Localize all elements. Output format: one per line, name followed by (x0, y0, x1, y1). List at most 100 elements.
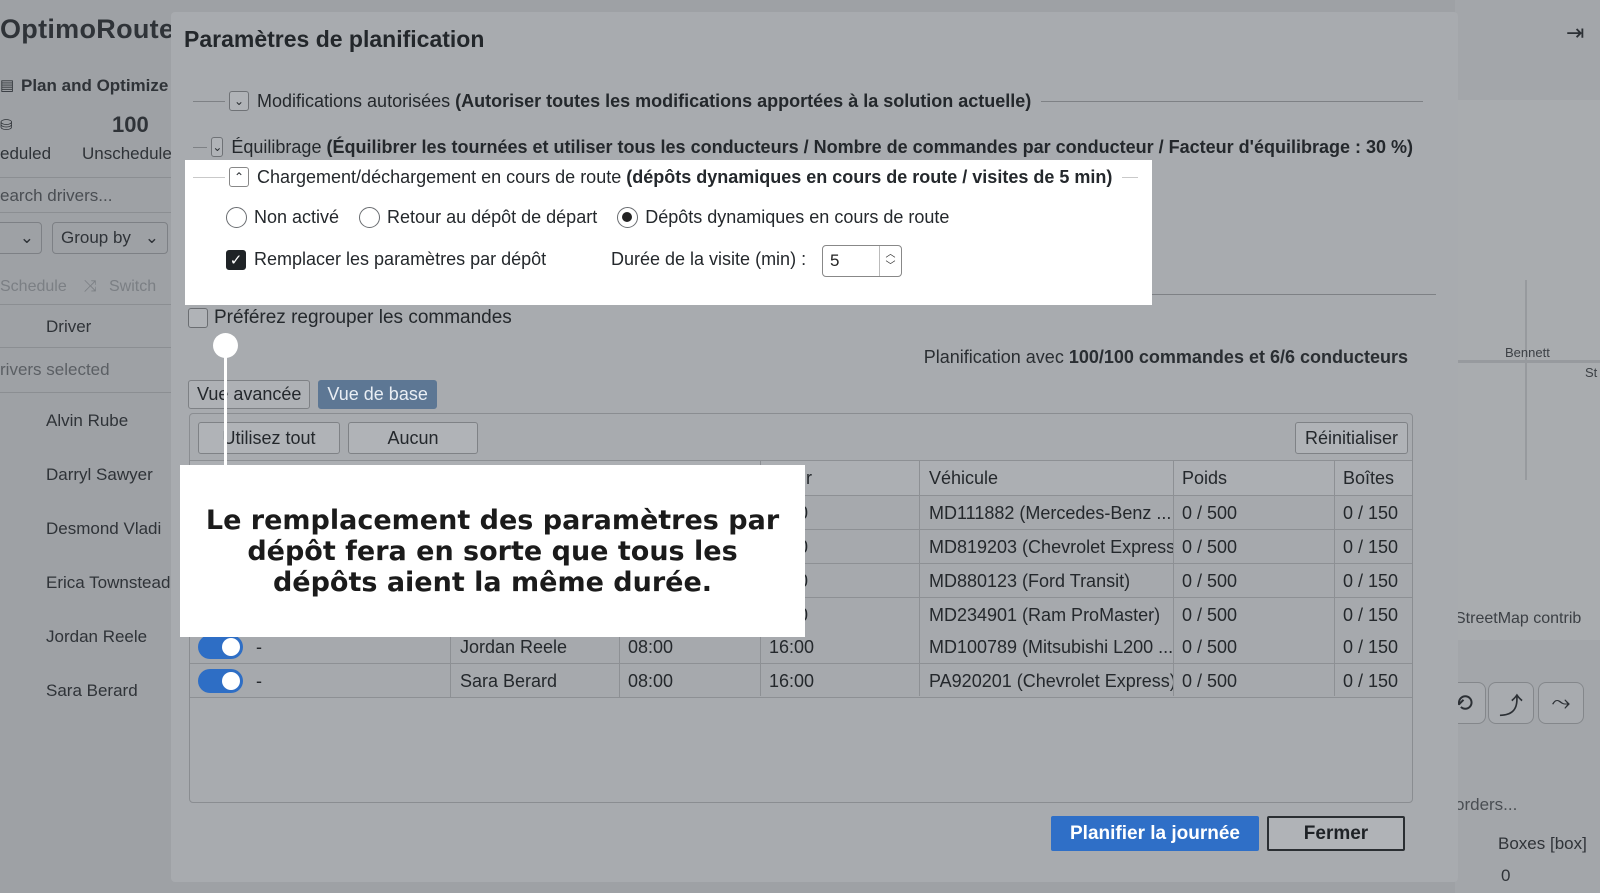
divider (1041, 100, 1423, 102)
divider (193, 176, 225, 178)
driver-list-item[interactable]: Sara Berard (46, 681, 138, 701)
radio-button[interactable] (359, 207, 381, 228)
group-orders-label: Préférez regrouper les commandes (214, 307, 512, 328)
filter-dropdown[interactable]: ⌄ (0, 222, 42, 254)
boxes-column-header: Boîtes (1343, 468, 1395, 488)
visit-duration-label: Durée de la visite (min) : (611, 249, 807, 269)
schedule-button[interactable]: Schedule (0, 278, 67, 296)
section-reload[interactable]: ⌃ Chargement/déchargement en cours de ro… (193, 162, 1138, 192)
route-split-icon[interactable]: ⤳ (1538, 682, 1584, 724)
scheduled-label: eduled (0, 144, 52, 163)
group-orders-checkbox[interactable] (188, 308, 208, 328)
tab-basic-view[interactable]: Vue de base (318, 380, 437, 409)
radio-button[interactable] (226, 207, 247, 228)
section-title: Plan and Optimize (21, 76, 169, 95)
tab-advanced-view[interactable]: Vue avancée (188, 380, 311, 409)
dash-cell: - (256, 637, 262, 657)
start-time-cell: 08:00 (628, 671, 674, 691)
boxes-label: Boxes [box] (1498, 834, 1587, 853)
divider (1122, 176, 1138, 178)
vehicle-cell: MD880123 (Ford Transit) (929, 571, 1131, 591)
column-divider (1334, 460, 1335, 696)
route-pin-icon[interactable]: ⤴ (1488, 682, 1534, 724)
boxes-cell: 0 / 150 (1343, 537, 1399, 557)
override-per-depot-row[interactable]: ✓ Remplacer les paramètres par dépôt (226, 249, 546, 270)
end-time-cell: 16:00 (769, 637, 815, 657)
group-orders-checkbox-row[interactable]: Préférez regrouper les commandes (188, 307, 512, 329)
radio-button-selected[interactable] (617, 207, 639, 228)
radio-dynamic-depots[interactable]: Dépôts dynamiques en cours de route (617, 207, 949, 228)
boxes-cell: 0 / 150 (1343, 671, 1399, 691)
selected-count-text: rivers selected (0, 360, 110, 379)
map[interactable]: Bennett St StreetMap contrib (1455, 100, 1600, 640)
db-icon: ⛁ (0, 117, 13, 134)
chevron-up-icon[interactable]: ⌃ (229, 167, 249, 187)
map-road (1525, 280, 1527, 480)
driver-list-item[interactable]: Darryl Sawyer (46, 465, 153, 485)
section-detail: (dépôts dynamiques en cours de route / v… (626, 166, 1113, 187)
chevron-down-icon[interactable]: ⌄ (229, 91, 249, 111)
column-divider (919, 460, 920, 696)
weight-cell: 0 / 500 (1182, 637, 1238, 657)
driver-column-header: Driver (46, 317, 92, 336)
vehicle-cell: PA920201 (Chevrolet Express) (929, 671, 1174, 691)
section-modifications[interactable]: ⌄ Modifications autorisées (Autoriser to… (193, 86, 1423, 116)
weight-cell: 0 / 500 (1182, 537, 1238, 557)
radio-not-enabled[interactable]: Non activé (226, 207, 339, 228)
search-orders-input[interactable]: orders... (1455, 795, 1517, 815)
divider (0, 304, 172, 305)
callout-text: Le remplacement des paramètres par dépôt… (205, 504, 780, 598)
radio-label: Dépôts dynamiques en cours de route (645, 207, 950, 227)
driver-list-item[interactable]: Jordan Reele (46, 627, 147, 647)
chevron-down-icon[interactable]: ﹀ (886, 261, 896, 273)
close-button[interactable]: Fermer (1267, 816, 1405, 851)
callout-pointer-line (224, 345, 227, 465)
section-title: Chargement/déchargement en cours de rout… (257, 166, 622, 187)
driver-enabled-toggle[interactable] (198, 635, 243, 659)
weight-cell: 0 / 500 (1182, 605, 1238, 625)
left-panel: ▤ Plan and Optimize ⛁ 100 eduled Unsched… (0, 62, 172, 893)
plan-day-button[interactable]: Planifier la journée (1051, 816, 1259, 851)
chevron-down-icon: ⌄ (144, 228, 159, 247)
radio-return-to-depot[interactable]: Retour au dépôt de départ (359, 207, 597, 228)
driver-enabled-toggle[interactable] (198, 669, 243, 693)
weight-cell: 0 / 500 (1182, 671, 1238, 691)
checkmark-icon: ✓ (229, 251, 243, 269)
section-label: Équilibrage (Équilibrer les tournées et … (231, 137, 1413, 158)
radio-label: Retour au dépôt de départ (387, 207, 598, 227)
table-row[interactable]: - Sara Berard 08:00 16:00 PA920201 (Chev… (190, 664, 1412, 698)
start-time-cell: 08:00 (628, 637, 674, 657)
none-button[interactable]: Aucun (348, 422, 478, 454)
boxes-cell: 0 / 150 (1343, 605, 1399, 625)
section-title: Modifications autorisées (257, 90, 451, 111)
reset-button[interactable]: Réinitialiser (1295, 422, 1408, 454)
driver-cell: Sara Berard (460, 671, 558, 691)
chevron-down-icon[interactable]: ⌄ (211, 137, 224, 157)
section-balancing[interactable]: ⌄ Équilibrage (Équilibrer les tournées e… (193, 132, 1423, 162)
number-stepper[interactable]: ︿ ﹀ (879, 246, 901, 276)
section-label: Chargement/déchargement en cours de rout… (257, 167, 1112, 188)
driver-list-item[interactable]: Desmond Vladi (46, 519, 161, 539)
vehicle-cell: MD111882 (Mercedes-Benz ... (929, 503, 1172, 523)
use-all-button[interactable]: Utilisez tout (198, 422, 340, 454)
switch-button[interactable]: Switch (109, 278, 156, 296)
radio-label: Non activé (254, 207, 340, 227)
map-road (1455, 360, 1600, 363)
override-per-depot-checkbox[interactable]: ✓ (226, 249, 246, 270)
logout-icon[interactable]: ⇥ (1566, 20, 1584, 46)
driver-cell: Jordan Reele (460, 637, 568, 657)
search-drivers-input[interactable]: earch drivers... (0, 186, 112, 206)
unscheduled-label: Unschedule (82, 144, 172, 163)
divider (193, 146, 208, 148)
chevron-up-icon[interactable]: ︿ (886, 249, 896, 261)
column-divider (619, 630, 620, 698)
driver-list-item[interactable]: Alvin Rube (46, 411, 128, 431)
section-detail: (Équilibrer les tournées et utiliser tou… (326, 136, 1413, 157)
tutorial-callout: Le remplacement des paramètres par dépôt… (180, 465, 805, 637)
visit-duration-input[interactable]: 5 ︿ ﹀ (822, 245, 902, 277)
reload-options: Non activé Retour au dépôt de départ Dép… (226, 207, 949, 228)
group-by-dropdown[interactable]: Group by ⌄ (52, 222, 168, 254)
divider (193, 100, 225, 102)
driver-list-item[interactable]: Erica Townstead (46, 573, 170, 593)
weight-cell: 0 / 500 (1182, 503, 1238, 523)
